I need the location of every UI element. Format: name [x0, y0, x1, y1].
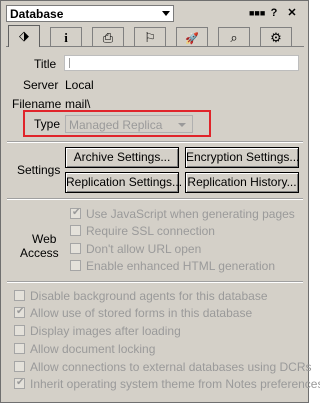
checkbox-label: Display images after loading: [30, 324, 181, 338]
help-icon[interactable]: ?: [267, 5, 281, 21]
tab-divider: [6, 46, 304, 47]
filename-label: Filename: [12, 97, 62, 111]
tab-advanced[interactable]: ⚙: [260, 27, 292, 46]
checkbox-label: Allow connections to external databases …: [30, 360, 312, 374]
launch-icon: 🚀: [185, 33, 199, 45]
text-cursor: [69, 58, 70, 68]
checkbox[interactable]: [14, 325, 25, 336]
properties-type-select[interactable]: Database: [6, 5, 174, 22]
filename-value: mail\: [65, 97, 91, 111]
chevron-down-icon: [162, 11, 170, 16]
checkbox-label: Allow document locking: [30, 342, 156, 356]
close-icon[interactable]: ✕: [285, 5, 299, 21]
checkbox[interactable]: [14, 343, 25, 354]
title-field[interactable]: [64, 55, 299, 71]
printer-icon: ⎙: [102, 30, 114, 45]
tab-launch[interactable]: 🚀: [176, 27, 208, 46]
check-icon: ✔: [16, 306, 25, 317]
server-label: Server: [23, 78, 59, 92]
advanced-icon: ⚙: [270, 30, 282, 45]
type-highlight-box: [23, 110, 211, 137]
checkbox[interactable]: [14, 290, 25, 301]
checkbox[interactable]: ✔: [14, 306, 25, 318]
check-icon: ✔: [72, 207, 81, 218]
checkbox[interactable]: [14, 361, 25, 372]
divider: [7, 198, 303, 199]
web-access-label-line2: Access: [20, 246, 59, 260]
tab-printer[interactable]: ⎙: [92, 27, 124, 46]
checkbox[interactable]: [70, 225, 81, 236]
encryption-settings-button[interactable]: Encryption Settings...: [185, 147, 299, 168]
checkbox[interactable]: ✔: [70, 207, 81, 219]
info-icon: i: [64, 30, 68, 45]
tab-database-basics[interactable]: ⬗: [8, 25, 40, 47]
title-label: Title: [34, 57, 57, 71]
database-properties-box: Database ■■■ ? ✕ ⬗ i ⎙ ⚐ 🚀 ⌕ ⚙ Title Ser…: [0, 0, 320, 403]
replication-history-button[interactable]: Replication History...: [185, 172, 299, 193]
database-basics-icon: ⬗: [19, 28, 29, 43]
checkbox-label: Enable enhanced HTML generation: [86, 259, 276, 273]
checkbox-label: Don't allow URL open: [86, 242, 202, 256]
checkbox-label: Disable background agents for this datab…: [30, 289, 268, 303]
tab-info[interactable]: i: [50, 27, 82, 46]
settings-label: Settings: [17, 163, 61, 177]
divider: [7, 141, 303, 142]
checkbox[interactable]: [70, 243, 81, 254]
tab-design[interactable]: ⚐: [134, 27, 166, 46]
server-value: Local: [65, 78, 94, 92]
checkbox[interactable]: [70, 260, 81, 271]
replication-settings-button[interactable]: Replication Settings...: [65, 172, 182, 193]
divider: [7, 281, 303, 282]
design-icon: ⚐: [144, 30, 156, 45]
tab-bar: ⬗ i ⎙ ⚐ 🚀 ⌕ ⚙: [6, 25, 304, 47]
tab-full-text-search[interactable]: ⌕: [218, 27, 250, 46]
checkbox-label: Require SSL connection: [86, 224, 215, 238]
checkbox-label: Allow use of stored forms in this databa…: [30, 306, 253, 320]
web-access-label-line1: Web: [32, 232, 57, 246]
minimize-icon[interactable]: ■■■: [249, 5, 265, 21]
search-icon: ⌕: [230, 30, 238, 45]
checkbox[interactable]: ✔: [14, 377, 25, 389]
checkbox-label: Use JavaScript when generating pages: [86, 207, 295, 221]
properties-type-label: Database: [10, 7, 64, 21]
header-controls: ■■■ ? ✕: [249, 5, 305, 21]
checkbox-label: Inherit operating system theme from Note…: [30, 377, 320, 391]
archive-settings-button[interactable]: Archive Settings...: [65, 147, 179, 168]
check-icon: ✔: [16, 377, 25, 388]
